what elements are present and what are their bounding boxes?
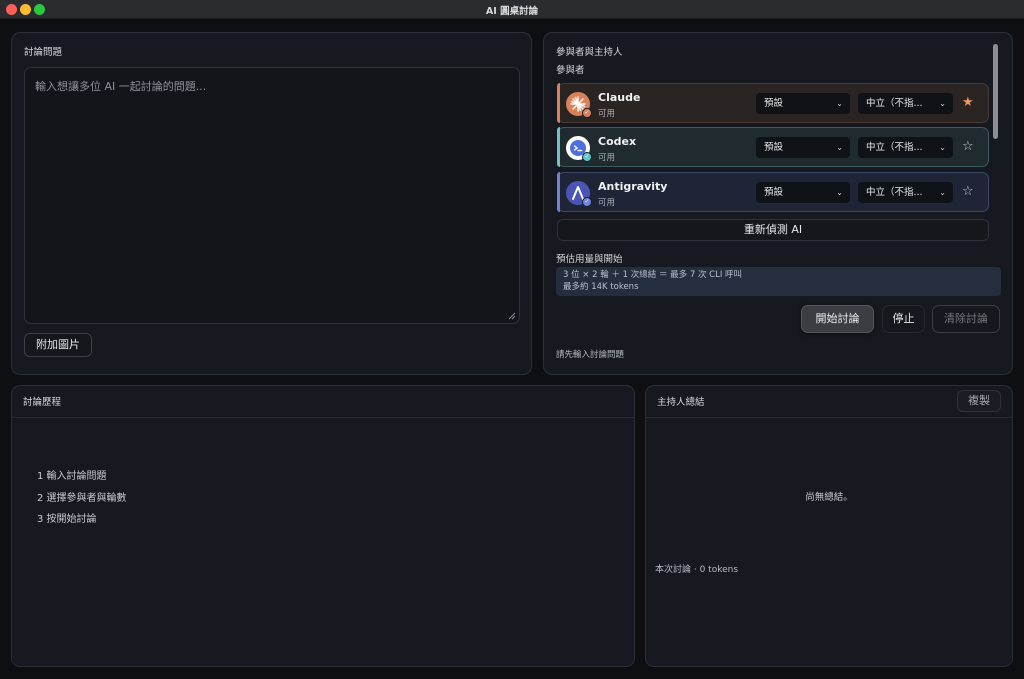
question-panel-title: 討論問題 <box>24 47 63 58</box>
model-select[interactable]: 預設 ⌄ <box>756 182 850 203</box>
redetect-ai-button[interactable]: 重新偵測 AI <box>557 219 989 241</box>
instruction-steps: 1 輸入討論問題 2 選擇參與者與輪數 3 按開始討論 <box>37 467 127 532</box>
divider <box>12 417 634 418</box>
participant-name: Claude <box>598 91 641 104</box>
summary-panel: 主持人總結 複製 尚無總結。 本次討論 · 0 tokens <box>645 385 1013 667</box>
participant-card-codex[interactable]: ✓ Codex 可用 預設 ⌄ 中立（不指... ⌄ ☆ <box>557 127 989 167</box>
stance-select-value: 中立（不指... <box>866 142 923 153</box>
model-select-value: 預設 <box>764 142 784 153</box>
available-check-icon: ✓ <box>582 197 592 207</box>
estimate-box: 3 位 × 2 輪 ＋ 1 次總結 ＝ 最多 7 次 CLI 呼叫 最多約 14… <box>556 267 1001 296</box>
model-select-value: 預設 <box>764 98 784 109</box>
participant-name: Antigravity <box>598 180 668 193</box>
question-input-placeholder: 輸入想讓多位 AI 一起討論的問題... <box>35 80 207 93</box>
card-accent <box>557 127 560 167</box>
stance-select[interactable]: 中立（不指... ⌄ <box>858 137 953 158</box>
participants-panel: 參與者與主持人 參與者 ✓ Claude 可用 預設 ⌄ 中立（不指... ⌄ … <box>543 32 1013 375</box>
participant-card-claude[interactable]: ✓ Claude 可用 預設 ⌄ 中立（不指... ⌄ ★ <box>557 83 989 123</box>
empty-summary-text: 尚無總結。 <box>805 492 853 503</box>
participant-status: 可用 <box>598 109 616 119</box>
chevron-down-icon: ⌄ <box>836 99 843 108</box>
chevron-down-icon: ⌄ <box>836 143 843 152</box>
title-bar: AI 圓桌討論 <box>0 0 1024 19</box>
chevron-down-icon: ⌄ <box>939 99 946 108</box>
window-title: AI 圓桌討論 <box>485 6 539 17</box>
participants-scrollbar[interactable] <box>993 44 998 139</box>
history-panel-title: 討論歷程 <box>23 397 62 408</box>
start-discussion-button[interactable]: 開始討論 <box>801 305 874 333</box>
attach-image-button[interactable]: 附加圖片 <box>24 333 92 357</box>
participant-card-antigravity[interactable]: ✓ Antigravity 可用 預設 ⌄ 中立（不指... ⌄ ☆ <box>557 172 989 212</box>
stance-select-value: 中立（不指... <box>866 98 923 109</box>
stance-select[interactable]: 中立（不指... ⌄ <box>858 182 953 203</box>
card-accent <box>557 172 560 212</box>
moderator-star-icon[interactable]: ☆ <box>962 138 974 156</box>
question-input[interactable]: 輸入想讓多位 AI 一起討論的問題... <box>24 67 520 324</box>
participants-panel-title: 參與者與主持人 <box>556 47 623 58</box>
chevron-down-icon: ⌄ <box>939 188 946 197</box>
estimate-tokens: 最多約 14K tokens <box>563 281 639 292</box>
list-item: 2 選擇參與者與輪數 <box>37 492 127 504</box>
model-select[interactable]: 預設 ⌄ <box>756 137 850 158</box>
history-panel: 討論歷程 1 輸入討論問題 2 選擇參與者與輪數 3 按開始討論 <box>11 385 635 667</box>
available-check-icon: ✓ <box>582 108 592 118</box>
list-item: 3 按開始討論 <box>37 514 97 525</box>
clear-discussion-button[interactable]: 清除討論 <box>932 305 1000 333</box>
stop-button[interactable]: 停止 <box>882 305 925 333</box>
estimate-calls: 3 位 × 2 輪 ＋ 1 次總結 ＝ 最多 7 次 CLI 呼叫 <box>563 270 743 280</box>
participants-subtitle: 參與者 <box>556 65 585 76</box>
chevron-down-icon: ⌄ <box>836 188 843 197</box>
chevron-down-icon: ⌄ <box>939 143 946 152</box>
divider <box>646 417 1012 418</box>
available-check-icon: ✓ <box>582 152 592 162</box>
card-accent <box>557 83 560 123</box>
model-select[interactable]: 預設 ⌄ <box>756 93 850 114</box>
estimate-title: 預估用量與開始 <box>556 254 623 265</box>
question-panel: 討論問題 輸入想讓多位 AI 一起討論的問題... 附加圖片 <box>11 32 532 375</box>
resize-grip-icon[interactable] <box>508 312 516 320</box>
participant-status: 可用 <box>598 153 616 163</box>
moderator-star-icon[interactable]: ☆ <box>962 183 974 201</box>
copy-button[interactable]: 複製 <box>957 390 1001 412</box>
moderator-star-icon[interactable]: ★ <box>962 94 974 112</box>
participant-status: 可用 <box>598 198 616 208</box>
summary-panel-title: 主持人總結 <box>657 397 705 408</box>
stance-select-value: 中立（不指... <box>866 187 923 198</box>
list-item: 1 輸入討論問題 <box>37 471 107 482</box>
model-select-value: 預設 <box>764 187 784 198</box>
status-hint: 請先輸入討論問題 <box>556 350 625 360</box>
stance-select[interactable]: 中立（不指... ⌄ <box>858 93 953 114</box>
participant-name: Codex <box>598 135 637 148</box>
token-usage: 本次討論 · 0 tokens <box>655 565 739 575</box>
